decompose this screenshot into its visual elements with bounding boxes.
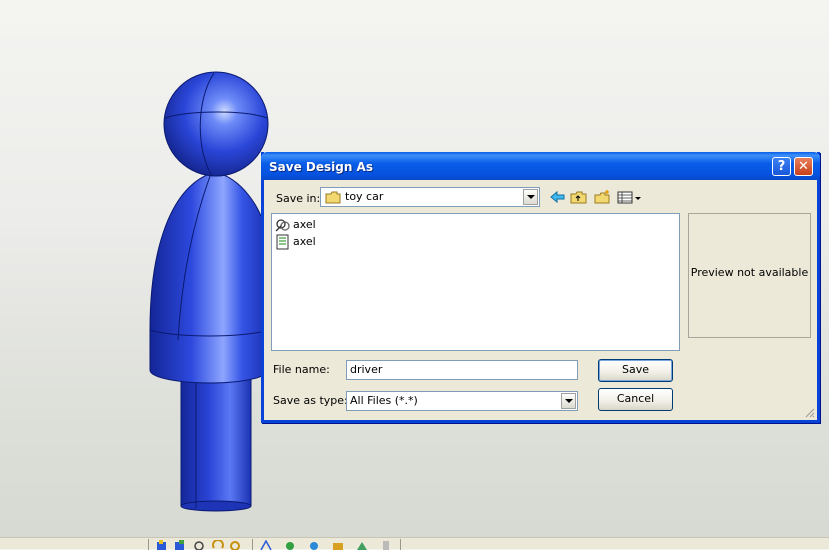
up-folder-icon[interactable] xyxy=(570,189,588,205)
list-item[interactable]: axel xyxy=(275,234,335,250)
chevron-down-icon[interactable] xyxy=(561,393,576,409)
folder-icon xyxy=(325,191,341,204)
toolbar-separator xyxy=(400,539,401,550)
model-head xyxy=(163,71,269,177)
new-folder-icon[interactable] xyxy=(594,189,612,205)
toolbar-separator xyxy=(252,539,253,550)
resize-grip-icon[interactable] xyxy=(803,406,815,418)
toolbar-separator xyxy=(148,539,149,550)
dialog-title: Save Design As xyxy=(269,160,373,174)
save-design-as-dialog: Save Design As ? ✕ Save in: toy car axel xyxy=(261,152,820,423)
cancel-button[interactable]: Cancel xyxy=(598,388,673,411)
file-name: axel xyxy=(293,235,316,248)
model-body xyxy=(149,171,269,384)
file-list[interactable]: axel axel xyxy=(271,213,680,351)
close-button[interactable]: ✕ xyxy=(794,157,813,176)
save-in-value: toy car xyxy=(345,190,384,203)
file-name-label: File name: xyxy=(273,363,330,376)
view-menu-icon[interactable] xyxy=(617,189,643,205)
model-leg xyxy=(180,378,252,512)
back-arrow-icon[interactable] xyxy=(549,189,567,205)
part-document-icon xyxy=(276,234,289,250)
chevron-down-icon[interactable] xyxy=(523,189,538,205)
dialog-titlebar[interactable]: Save Design As ? ✕ xyxy=(261,152,820,180)
preview-text: Preview not available xyxy=(690,266,809,279)
save-in-label: Save in: xyxy=(276,192,321,205)
assembly-icon xyxy=(275,219,290,232)
preview-pane: Preview not available xyxy=(688,213,811,338)
save-button[interactable]: Save xyxy=(598,359,673,382)
file-name-value: driver xyxy=(350,363,383,376)
save-as-type-dropdown[interactable]: All Files (*.*) xyxy=(346,391,578,411)
file-name: axel xyxy=(293,218,316,231)
save-as-type-value: All Files (*.*) xyxy=(350,394,418,407)
save-in-dropdown[interactable]: toy car xyxy=(320,187,540,207)
list-item[interactable]: axel xyxy=(275,217,335,233)
bottom-toolbar xyxy=(0,537,829,550)
file-name-field[interactable]: driver xyxy=(346,360,578,380)
save-as-type-label: Save as type: xyxy=(273,394,348,407)
help-button[interactable]: ? xyxy=(772,157,791,176)
